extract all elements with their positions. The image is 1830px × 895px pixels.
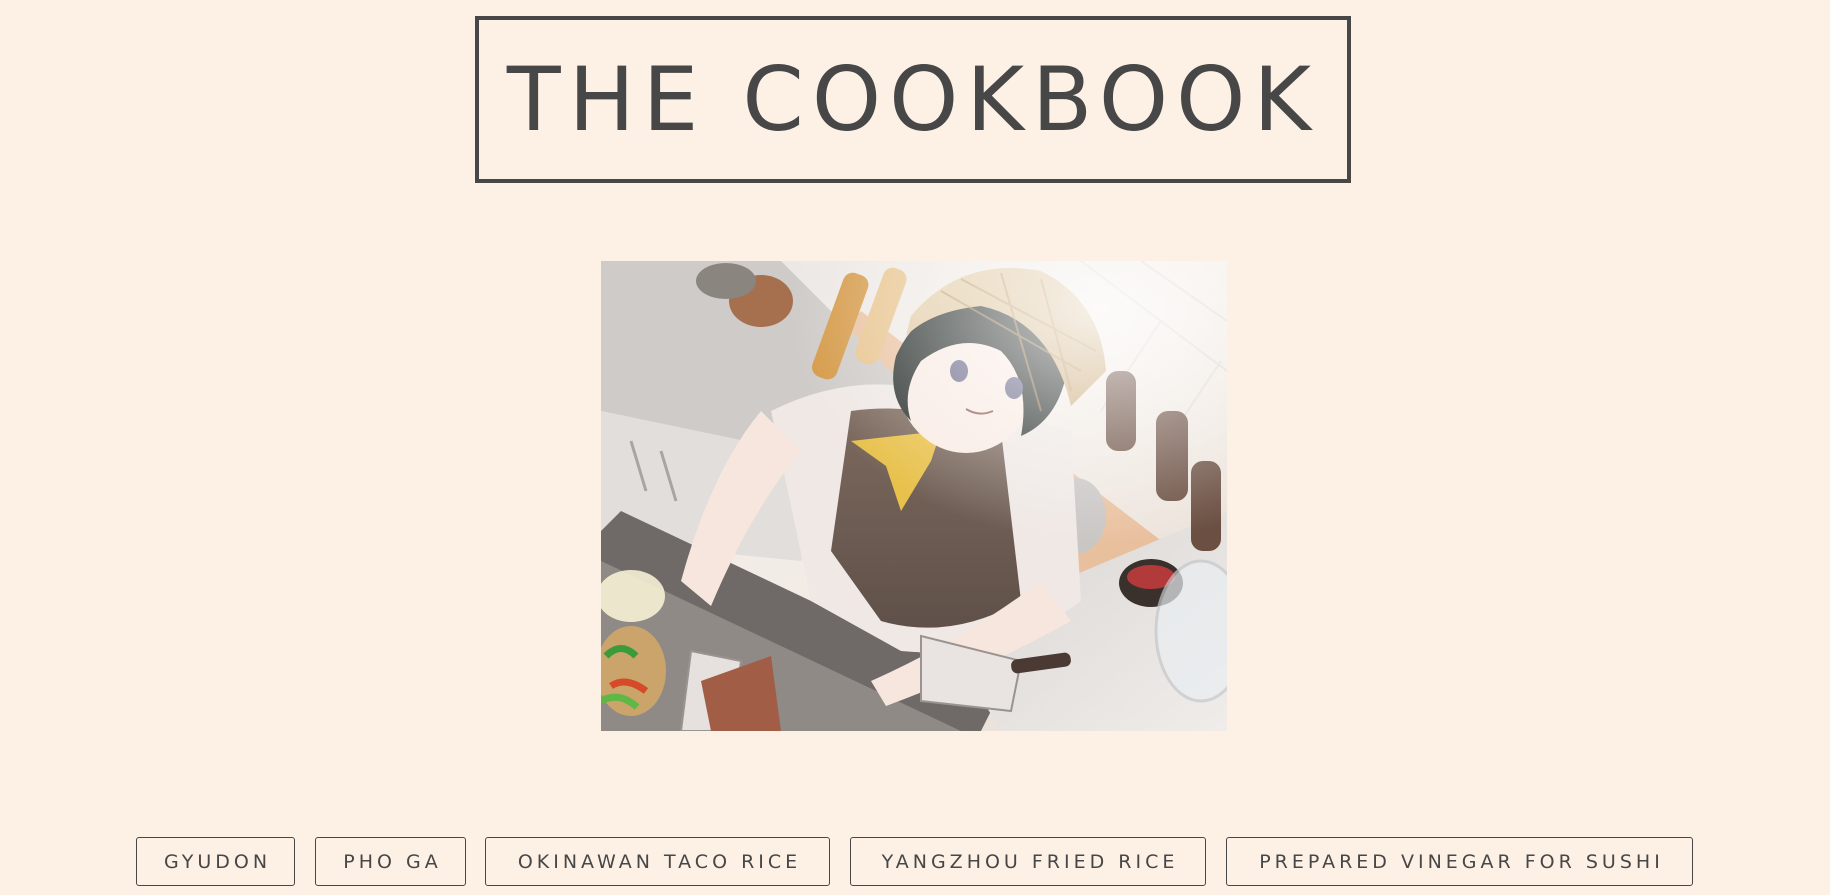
- hero-image: [601, 261, 1227, 731]
- recipe-button-okinawan-taco-rice[interactable]: OKINAWAN TACO RICE: [485, 837, 830, 886]
- recipe-button-yangzhou-fried-rice[interactable]: YANGZHOU FRIED RICE: [850, 837, 1206, 886]
- recipe-button-prepared-vinegar-for-sushi[interactable]: PREPARED VINEGAR FOR SUSHI: [1226, 837, 1693, 886]
- recipe-button-label: PREPARED VINEGAR FOR SUSHI: [1259, 850, 1664, 873]
- page-title: THE COOKBOOK: [506, 47, 1320, 151]
- recipe-button-label: OKINAWAN TACO RICE: [517, 850, 802, 873]
- recipe-button-label: YANGZHOU FRIED RICE: [881, 850, 1179, 873]
- recipe-button-pho-ga[interactable]: PHO GA: [315, 837, 466, 886]
- title-box: THE COOKBOOK: [475, 16, 1351, 183]
- recipe-nav: GYUDON PHO GA OKINAWAN TACO RICE YANGZHO…: [0, 837, 1830, 887]
- hero-illustration: [601, 261, 1227, 731]
- recipe-button-gyudon[interactable]: GYUDON: [136, 837, 295, 886]
- recipe-button-label: GYUDON: [163, 850, 272, 873]
- recipe-button-label: PHO GA: [343, 850, 442, 873]
